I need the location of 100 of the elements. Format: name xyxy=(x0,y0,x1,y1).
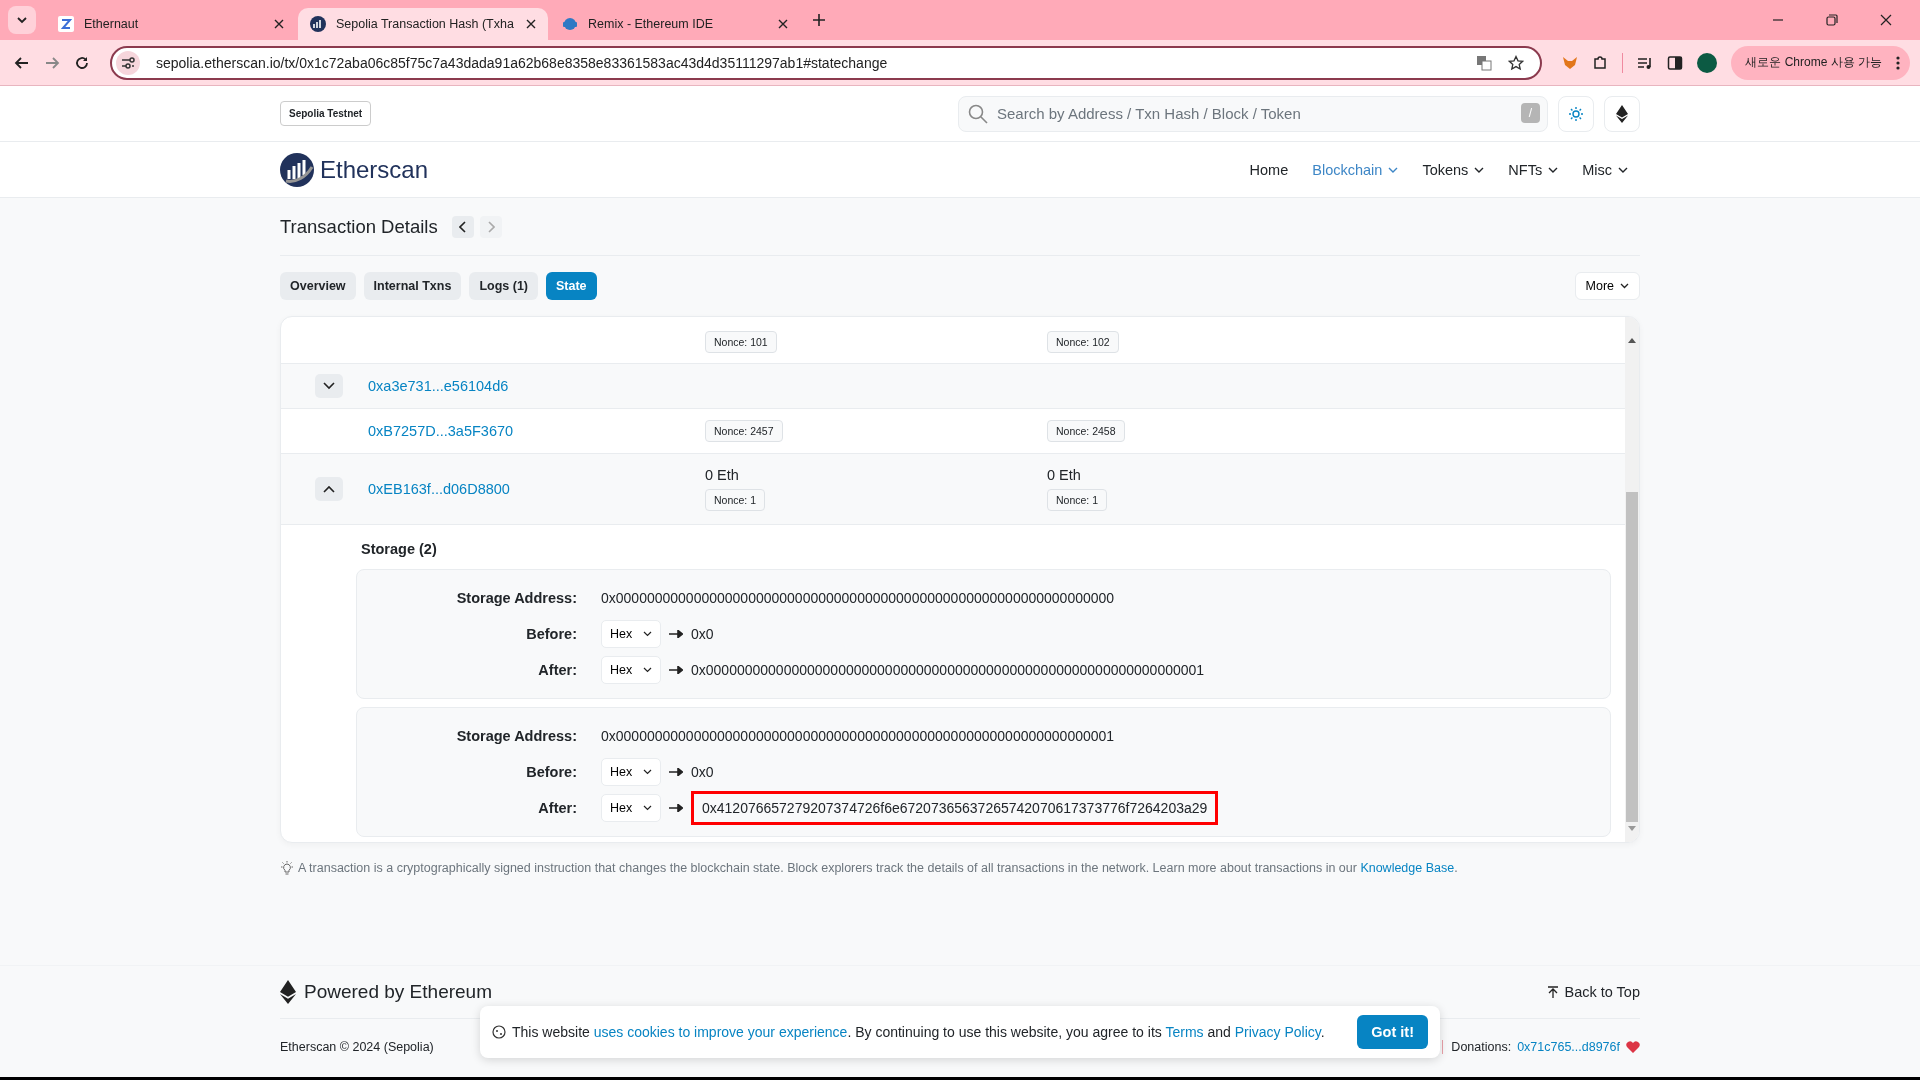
nav-link[interactable]: Blockchain xyxy=(1300,161,1411,178)
nav-link[interactable]: Tokens xyxy=(1410,161,1497,178)
side-panel-icon[interactable] xyxy=(1667,54,1684,71)
ethereum-icon xyxy=(1616,104,1628,123)
storage-address: 0x0000000000000000000000000000000000000000000000000000000000000000 xyxy=(601,590,1115,606)
update-chrome-button[interactable]: 새로운 Chrome 사용 가능 xyxy=(1731,45,1910,80)
page-tab[interactable]: Logs (1) xyxy=(469,272,538,300)
new-tab-icon[interactable] xyxy=(812,13,826,27)
more-icon xyxy=(1896,55,1900,70)
cookie-icon xyxy=(492,1025,506,1039)
expand-toggle[interactable] xyxy=(314,374,343,398)
lightbulb-icon xyxy=(280,861,294,875)
address-bar[interactable]: sepolia.etherscan.io/tx/0x1c72aba06c85f75c7a43dada91a62b68e8358e83361583ac43d4d35111297ab1#statechange xyxy=(110,45,1543,80)
ethereum-icon xyxy=(280,980,296,1004)
nonce-badge: Nonce: 2457 xyxy=(705,420,783,442)
tab-search-button[interactable] xyxy=(8,6,36,34)
page-tab[interactable]: Internal Txns xyxy=(363,272,462,300)
nonce-badge: Nonce: 101 xyxy=(705,331,777,353)
field-label: After: xyxy=(537,800,577,816)
caret-icon xyxy=(643,667,652,673)
avatar-icon[interactable] xyxy=(1697,52,1718,73)
close-icon[interactable] xyxy=(526,19,536,29)
circle-logo-icon xyxy=(310,16,326,32)
translate-icon[interactable] xyxy=(1476,54,1493,71)
page-tab[interactable]: State xyxy=(546,272,597,300)
balance-text: 0 Eth xyxy=(705,467,739,483)
expand-toggle[interactable] xyxy=(314,477,343,501)
accept-cookies-button[interactable]: Got it! xyxy=(1357,1015,1428,1049)
nav-link[interactable]: Home xyxy=(1237,161,1301,178)
address-link[interactable]: 0xa3e731...e56104d6 xyxy=(368,378,509,394)
copyright-text: Etherscan © 2024 (Sepolia) xyxy=(280,1040,434,1054)
powered-by-text: Powered by Ethereum xyxy=(304,981,492,1003)
field-label: Storage Address: xyxy=(455,590,577,606)
chevron-icon xyxy=(322,485,335,493)
field-label: Before: xyxy=(525,626,577,642)
chevron-left-icon xyxy=(458,220,467,233)
cookie-notice: This website uses cookies to improve your experience. By continuing to use this website, you agree to its Terms and Privacy Policy. xyxy=(512,1024,1326,1040)
network-badge[interactable]: Sepolia Testnet xyxy=(280,101,372,126)
field-label: Before: xyxy=(525,764,577,780)
format-select[interactable]: Hex xyxy=(601,656,661,684)
donations-label: Donations: xyxy=(1442,1040,1512,1054)
arrow-icon xyxy=(669,804,683,812)
restore-icon[interactable] xyxy=(1826,14,1838,26)
theme-button[interactable] xyxy=(1558,95,1594,132)
donation-address-link[interactable]: 0x71c765...d8976f xyxy=(1517,1040,1620,1054)
nonce-badge: Nonce: 1 xyxy=(1047,489,1108,511)
cookie-link[interactable]: Terms xyxy=(1165,1024,1204,1040)
forward-icon[interactable] xyxy=(44,54,60,71)
arrow-icon xyxy=(669,630,683,638)
site-settings-icon[interactable] xyxy=(116,50,140,75)
browser-tab[interactable]: Sepolia Transaction Hash (Txha xyxy=(298,8,548,40)
storage-value: 0x0000000000000000000000000000000000000000000000000000000000000001 xyxy=(691,662,1205,678)
storage-value: 0x0 xyxy=(691,764,714,780)
arrow-up-icon xyxy=(1548,986,1559,998)
storage-value: 0x0 xyxy=(691,626,714,642)
storage-heading: Storage (2) xyxy=(360,540,438,559)
back-to-top-link[interactable]: Back to Top xyxy=(1548,984,1640,1000)
cookie-link[interactable]: Privacy Policy xyxy=(1234,1024,1321,1040)
more-button[interactable]: More xyxy=(1574,272,1640,300)
cookie-link[interactable]: uses cookies to improve your experience xyxy=(593,1024,848,1040)
balance-text: 0 Eth xyxy=(1047,467,1081,483)
field-label: Storage Address: xyxy=(455,728,577,744)
reload-icon[interactable] xyxy=(74,54,90,71)
caret-icon xyxy=(643,805,652,811)
chevron-right-icon xyxy=(486,220,495,233)
format-select[interactable]: Hex xyxy=(601,620,661,648)
address-link[interactable]: 0xEB163f...d06D8800 xyxy=(368,481,510,497)
browser-tab[interactable]: Ethernaut xyxy=(46,8,296,40)
format-select[interactable]: Hex xyxy=(601,794,661,822)
arrow-icon xyxy=(669,666,683,674)
logo-icon[interactable] xyxy=(280,152,314,187)
caret-icon xyxy=(643,769,652,775)
info-note: A transaction is a cryptographically signed instruction that changes the blockchain state. Block explorers track the details of all transactions in the network. Learn more about transactions in our Knowledge Base. xyxy=(298,861,1458,875)
close-icon[interactable] xyxy=(778,19,788,29)
browser-tab[interactable]: Remix - Ethereum IDE xyxy=(550,8,800,40)
previous-button[interactable] xyxy=(451,215,474,238)
puzzle-icon[interactable] xyxy=(1592,54,1609,71)
close-icon[interactable] xyxy=(1880,14,1892,26)
caret-icon xyxy=(643,631,652,637)
star-icon[interactable] xyxy=(1508,54,1525,71)
nonce-badge: Nonce: 2458 xyxy=(1047,420,1125,442)
headset-icon xyxy=(562,16,578,32)
nav-link[interactable]: Misc xyxy=(1570,161,1640,178)
nonce-badge: Nonce: 102 xyxy=(1047,331,1119,353)
page-tab[interactable]: Overview xyxy=(280,272,356,300)
scroll-up-icon[interactable] xyxy=(1628,337,1636,343)
format-select[interactable]: Hex xyxy=(601,758,661,786)
url-text: sepolia.etherscan.io/tx/0x1c72aba06c85f75c7a43dada91a62b68e8358e83361583ac43d4d35111297ab1#statechange xyxy=(156,54,888,71)
nonce-badge: Nonce: 1 xyxy=(705,489,766,511)
close-icon[interactable] xyxy=(274,19,284,29)
caret-icon xyxy=(1620,283,1629,289)
address-link[interactable]: 0xB7257D...3a5F3670 xyxy=(368,423,514,439)
search-icon xyxy=(968,103,988,124)
storage-address: 0x0000000000000000000000000000000000000000000000000000000000000001 xyxy=(601,728,1115,744)
page-title: Transaction Details xyxy=(280,215,438,238)
scrollbar[interactable] xyxy=(1625,317,1639,842)
nav-link[interactable]: NFTs xyxy=(1496,161,1571,178)
logo-text[interactable]: Etherscan xyxy=(320,155,429,184)
back-icon[interactable] xyxy=(14,54,30,71)
network-button[interactable] xyxy=(1604,95,1640,132)
